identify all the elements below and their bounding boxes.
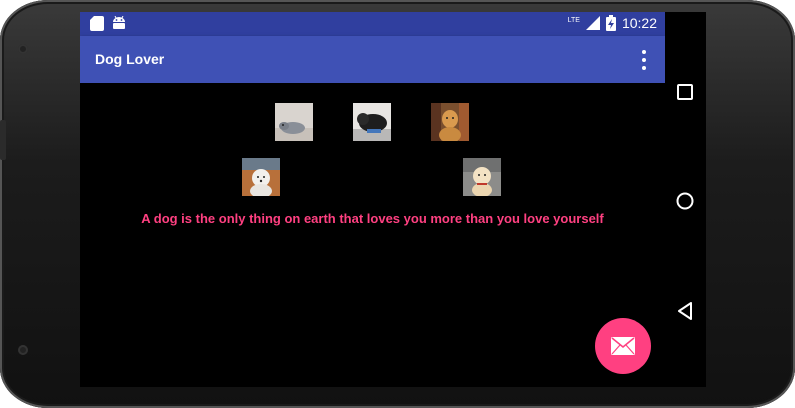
dog-image-3 [431, 103, 469, 141]
mail-icon [611, 337, 635, 355]
dog-image-2 [353, 103, 391, 141]
app-title: Dog Lover [95, 51, 165, 67]
android-icon [113, 16, 125, 29]
front-camera [18, 44, 28, 54]
home-icon[interactable] [676, 192, 694, 210]
back-icon[interactable] [677, 302, 693, 320]
status-bar: LTE 10:22 [80, 12, 665, 36]
app-bar: Dog Lover [80, 36, 665, 83]
battery-icon [605, 15, 616, 31]
signal-icon [585, 16, 600, 30]
speaker-dot [18, 345, 28, 355]
mail-fab-button[interactable] [595, 318, 651, 374]
dog-quote: A dog is the only thing on earth that lo… [141, 211, 604, 226]
overflow-menu-icon[interactable] [639, 50, 649, 70]
sd-card-icon [90, 16, 104, 31]
dog-image-4 [242, 158, 280, 196]
recents-icon[interactable] [677, 84, 693, 100]
lte-label: LTE [567, 16, 580, 24]
system-nav-bar [665, 12, 706, 387]
volume-button [0, 120, 6, 160]
status-time: 10:22 [621, 15, 657, 31]
dog-image-1 [275, 103, 313, 141]
dog-image-5 [463, 158, 501, 196]
device-screen: LTE 10:22 Dog Lover A dog is the only th… [80, 12, 706, 387]
